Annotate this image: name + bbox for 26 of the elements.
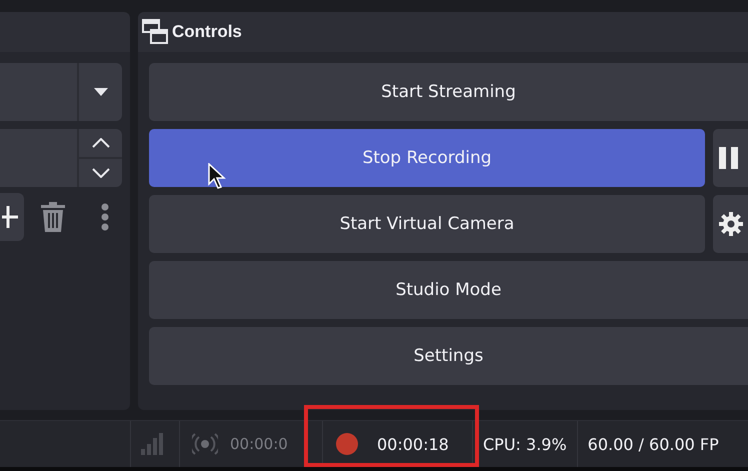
control-button[interactable]: Settings [149, 327, 748, 385]
control-button[interactable]: Start Streaming [149, 63, 748, 121]
control-button[interactable]: Start Virtual Camera [149, 195, 705, 253]
cpu-usage: CPU: 3.9% [483, 434, 567, 454]
gear-icon [719, 212, 743, 236]
signal-bars-icon [141, 433, 165, 455]
chevron-up-icon[interactable] [92, 138, 110, 148]
spin-field[interactable] [0, 129, 122, 187]
trash-icon[interactable] [40, 202, 66, 232]
pause-icon [719, 147, 739, 169]
side-button[interactable] [713, 195, 748, 253]
plus-icon[interactable] [2, 206, 18, 228]
caret-down-icon [94, 88, 108, 96]
control-button[interactable]: Studio Mode [149, 261, 748, 319]
windows-icon [142, 19, 168, 45]
recording-time: 00:00:18 [377, 434, 449, 454]
more-icon[interactable] [101, 203, 109, 231]
cursor-icon [208, 163, 226, 189]
broadcast-icon [192, 433, 218, 455]
side-button[interactable] [713, 129, 748, 187]
stream-time: 00:00:0 [230, 435, 288, 453]
dock-title: Controls [172, 22, 242, 42]
chevron-down-icon[interactable] [92, 168, 110, 178]
control-button[interactable]: Stop Recording [149, 129, 705, 187]
fps-readout: 60.00 / 60.00 FP [588, 434, 719, 454]
dropdown-field[interactable] [0, 63, 122, 121]
